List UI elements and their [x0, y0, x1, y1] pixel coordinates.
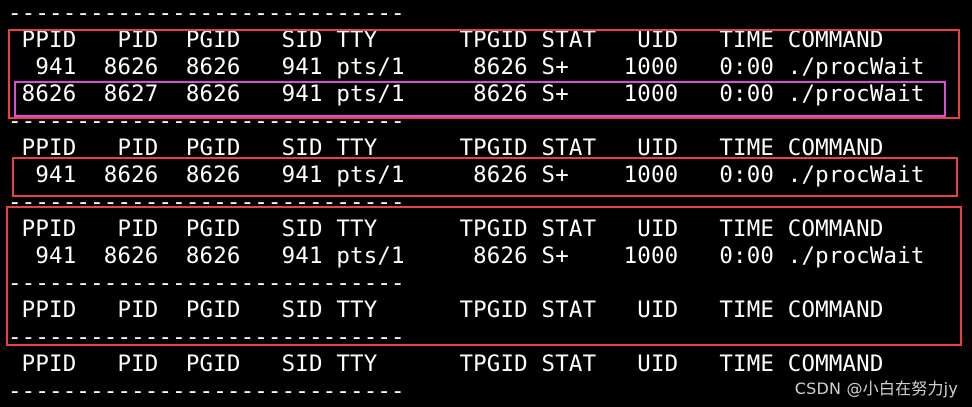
- csdn-watermark: CSDN @小白在努力jy: [794, 379, 958, 398]
- separator-line: -----------------------------: [8, 378, 405, 404]
- ps-header-row: PPID PID PGID SID TTY TPGID STAT UID TIM…: [8, 297, 884, 323]
- terminal-window: ----------------------------- PPID PID P…: [0, 0, 972, 407]
- ps-process-row: 941 8626 8626 941 pts/1 8626 S+ 1000 0:0…: [8, 162, 925, 188]
- ps-process-row: 941 8626 8626 941 pts/1 8626 S+ 1000 0:0…: [8, 54, 925, 80]
- ps-header-row: PPID PID PGID SID TTY TPGID STAT UID TIM…: [8, 135, 884, 161]
- separator-line: -----------------------------: [8, 0, 405, 26]
- ps-header-row: PPID PID PGID SID TTY TPGID STAT UID TIM…: [8, 216, 884, 242]
- ps-header-row: PPID PID PGID SID TTY TPGID STAT UID TIM…: [8, 27, 884, 53]
- separator-line: -----------------------------: [8, 324, 405, 350]
- ps-process-row: 8626 8627 8626 941 pts/1 8626 S+ 1000 0:…: [8, 81, 925, 107]
- ps-header-row: PPID PID PGID SID TTY TPGID STAT UID TIM…: [8, 351, 884, 377]
- separator-line: -----------------------------: [8, 270, 405, 296]
- separator-line: -----------------------------: [8, 108, 405, 134]
- ps-process-row: 941 8626 8626 941 pts/1 8626 S+ 1000 0:0…: [8, 243, 925, 269]
- separator-line: -----------------------------: [8, 189, 405, 215]
